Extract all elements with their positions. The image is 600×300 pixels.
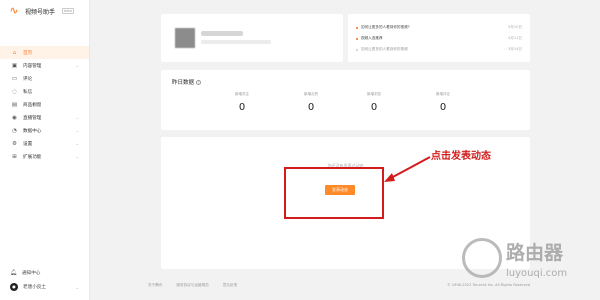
annotation-text: 点击发表动态 [431, 151, 491, 162]
watermark: 路由器 luyouqi.com [462, 238, 597, 293]
footer-link-about[interactable]: 关于腾讯 [148, 283, 162, 288]
footer-link-feedback[interactable]: 意见反馈 [223, 283, 237, 288]
watermark-url: luyouqi.com [506, 268, 568, 279]
watermark-title: 路由器 [506, 242, 564, 264]
footer-link-terms[interactable]: 服务协议与运营规范 [176, 283, 208, 288]
watermark-logo-icon [462, 238, 502, 278]
